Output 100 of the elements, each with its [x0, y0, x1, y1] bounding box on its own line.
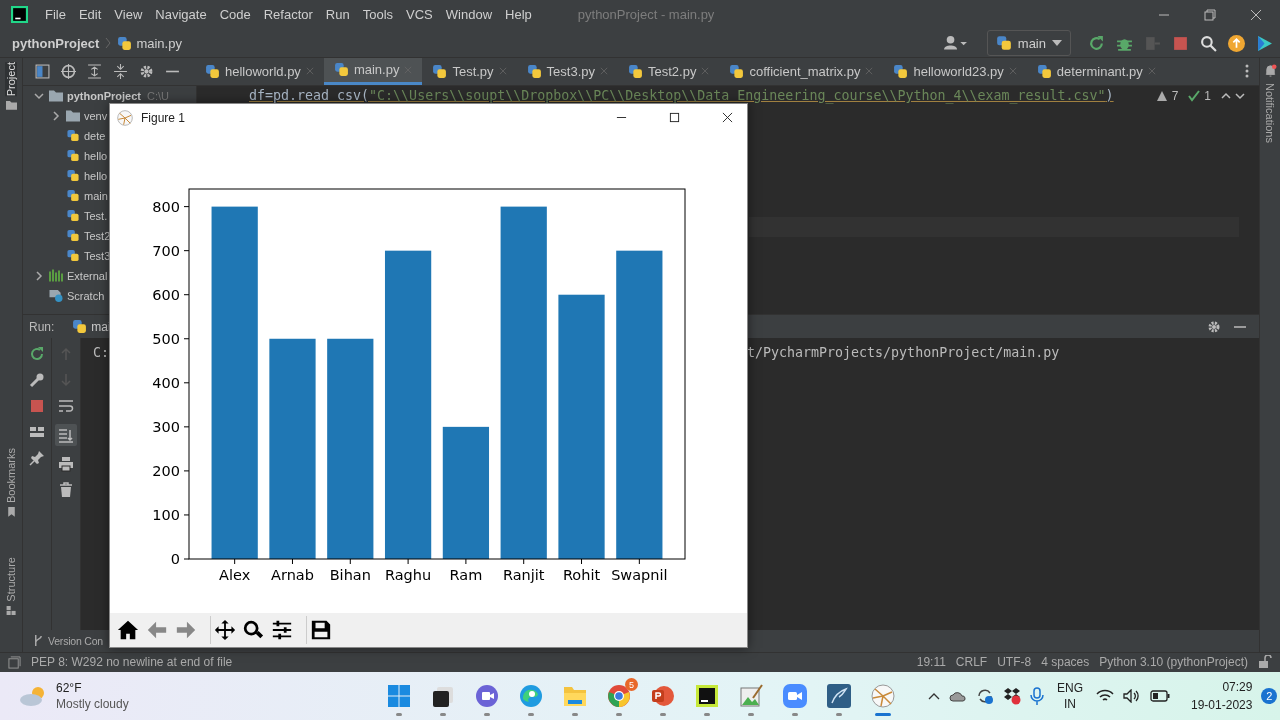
trash-icon[interactable] [58, 482, 74, 499]
run-config-dropdown[interactable]: main [986, 30, 1071, 57]
settings-icon[interactable] [139, 63, 154, 79]
menu-item[interactable]: Window [445, 7, 493, 23]
status-item[interactable]: UTF-8 [997, 655, 1032, 670]
status-item[interactable]: Python 3.10 (pythonProject) [1099, 655, 1248, 670]
browser-icon[interactable] [607, 684, 631, 709]
wrench-icon[interactable] [29, 372, 45, 389]
editor-tab[interactable]: Test2.py [618, 57, 720, 85]
folder-icon[interactable] [563, 684, 587, 709]
tool-window-tab[interactable]: Version Con [48, 634, 103, 647]
editor-tab[interactable]: helloworld23.py [883, 57, 1027, 85]
more-icon[interactable] [1245, 64, 1249, 78]
tree-item[interactable]: Test2 [84, 229, 111, 242]
search-icon[interactable] [1200, 34, 1217, 52]
update-icon[interactable] [1228, 34, 1245, 52]
pan-button[interactable] [210, 616, 238, 644]
side-tab[interactable]: Notifications [1264, 82, 1276, 143]
collapse-all-icon[interactable] [113, 63, 128, 79]
tree-item[interactable]: dete [84, 129, 106, 142]
chat-icon[interactable] [475, 684, 499, 709]
rerun-icon[interactable] [29, 346, 45, 363]
menu-item[interactable]: VCS [406, 7, 433, 23]
tree-item[interactable]: pythonProject [67, 89, 141, 102]
maximize-icon[interactable] [669, 112, 680, 123]
close-icon[interactable] [1250, 8, 1262, 21]
user-icon[interactable] [943, 35, 968, 52]
editor-tab[interactable]: main.py [323, 57, 423, 85]
sync-icon[interactable] [976, 687, 994, 706]
paint-icon[interactable] [739, 684, 763, 709]
tree-item[interactable]: Test. [84, 209, 108, 222]
status-item[interactable]: 4 spaces [1041, 655, 1090, 670]
side-tab[interactable]: Structure [5, 557, 17, 602]
slides-icon[interactable] [651, 684, 675, 709]
menu-item[interactable]: File [45, 7, 66, 23]
editor-tab[interactable]: determinant.py [1026, 57, 1166, 85]
figure-app-icon[interactable] [871, 684, 895, 709]
branch-icon[interactable] [33, 634, 44, 648]
menu-item[interactable]: Help [505, 7, 532, 23]
menu-item[interactable]: Tools [362, 7, 394, 23]
stop-icon[interactable] [1172, 34, 1189, 52]
video-camera-icon[interactable] [783, 684, 807, 709]
start-icon[interactable] [387, 684, 411, 709]
triangle-logo-icon[interactable] [1256, 34, 1273, 52]
breadcrumb-item[interactable]: pythonProject [12, 35, 100, 51]
editor-tab[interactable]: Test3.py [516, 57, 618, 85]
wrap-icon[interactable] [58, 398, 74, 415]
tree-item[interactable]: hello [84, 149, 108, 162]
breadcrumb-item[interactable]: main.py [136, 35, 182, 51]
warning-icon[interactable] [1155, 89, 1168, 102]
lock-icon[interactable] [1258, 655, 1272, 670]
taskview-icon[interactable] [431, 684, 455, 709]
rerun-icon[interactable] [1088, 34, 1105, 52]
editor-tab[interactable]: cofficient_matrix.py [719, 57, 884, 85]
language-code[interactable]: ENG [1057, 680, 1083, 697]
volume-icon[interactable] [1123, 689, 1141, 704]
side-tab[interactable]: Bookmarks [5, 448, 17, 504]
tree-item[interactable]: venv [84, 109, 108, 122]
scroll-to-end-icon[interactable] [55, 424, 77, 447]
database-app-icon[interactable] [827, 684, 851, 709]
menu-item[interactable]: Edit [78, 7, 102, 23]
menu-item[interactable]: Run [325, 7, 350, 23]
restore-icon[interactable] [1204, 8, 1216, 21]
microphone-icon[interactable] [1030, 687, 1044, 706]
tree-item[interactable]: hello [84, 169, 108, 182]
check-icon[interactable] [1188, 89, 1201, 102]
stop-icon[interactable] [29, 398, 45, 415]
wifi-icon[interactable] [1096, 689, 1114, 704]
menu-item[interactable]: View [114, 7, 143, 23]
up-icon[interactable] [1221, 90, 1231, 101]
cloud-icon[interactable] [949, 690, 967, 703]
chevron-up-icon[interactable] [928, 692, 940, 701]
tree-item[interactable]: External [67, 269, 108, 282]
notification-badge[interactable]: 2 [1261, 688, 1278, 705]
expand-all-icon[interactable] [87, 63, 102, 79]
menu-item[interactable]: Navigate [155, 7, 207, 23]
menu-item[interactable]: Refactor [263, 7, 313, 23]
battery-icon[interactable] [1150, 690, 1170, 703]
clock-date[interactable]: 19-01-2023 [1191, 696, 1253, 715]
status-item[interactable]: 19:11 [916, 655, 946, 670]
browser-icon[interactable] [519, 684, 543, 709]
status-item[interactable]: CRLF [955, 655, 988, 670]
editor-tab[interactable]: helloworld.py [195, 57, 324, 85]
print-icon[interactable] [58, 456, 74, 473]
editor-tab[interactable]: Test.py [422, 57, 517, 85]
bell-icon[interactable] [1263, 63, 1277, 77]
side-tab[interactable]: Project [5, 61, 17, 96]
ide-app-icon[interactable] [695, 684, 719, 709]
close-icon[interactable] [722, 112, 733, 123]
tree-item[interactable]: Scratch [67, 289, 105, 302]
settings-icon[interactable] [1207, 319, 1221, 334]
down-icon[interactable] [1235, 90, 1245, 101]
tree-item[interactable]: main [84, 189, 108, 202]
panel-icon[interactable] [35, 63, 50, 79]
menu-item[interactable]: Code [219, 7, 251, 23]
locate-icon[interactable] [61, 63, 76, 79]
language-region[interactable]: IN [1064, 696, 1076, 713]
dropbox-icon[interactable] [1003, 687, 1021, 706]
pin-icon[interactable] [29, 450, 45, 467]
clock-time[interactable]: 07:29 [1222, 678, 1253, 697]
